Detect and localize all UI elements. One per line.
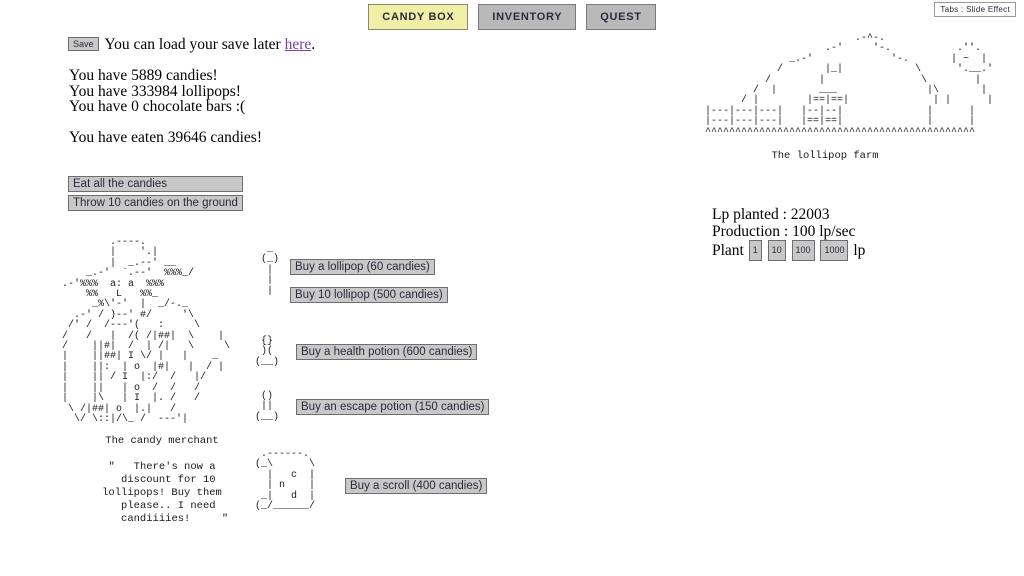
tabs-slide-effect-button[interactable]: Tabs : Slide Effect: [934, 2, 1016, 17]
lp-production-text: Production : 100 lp/sec: [712, 222, 856, 240]
health-potion-icon: {} )( (__): [255, 336, 280, 368]
escape-potion-icon: () || (__): [255, 391, 280, 423]
candies-eaten-counter: You have eaten 39646 candies!: [69, 129, 262, 146]
plant-100-button[interactable]: 100: [791, 240, 815, 261]
candy-merchant-speech: " There's now a discount for 10 lollipop…: [102, 461, 229, 526]
save-hint-period: .: [311, 36, 316, 53]
lp-planted-text: Lp planted : 22003: [712, 206, 830, 223]
load-save-link[interactable]: here: [285, 36, 312, 53]
candy-merchant-panel: .----. | '.| | _.--' __ _.-' `.--' %%%_/…: [62, 237, 262, 526]
eat-all-candies-button[interactable]: Eat all the candies: [68, 176, 243, 192]
plant-unit-label: lp: [853, 242, 866, 259]
scroll-icon: .------. (_\ \ | c | | n | _| d | (_/___…: [255, 449, 316, 513]
shop-panel: _ (_) | | | Buy a lollipop (60 candies) …: [255, 244, 515, 520]
shop-item-lollipop: _ (_) | | | Buy a lollipop (60 candies): [255, 244, 515, 296]
tab-inventory[interactable]: INVENTORY: [478, 4, 577, 30]
candy-merchant-title: The candy merchant: [105, 435, 219, 448]
plant-row: Plant 1 10 100 1000 lp: [712, 240, 865, 261]
plant-10-button[interactable]: 10: [767, 240, 786, 261]
counters-panel: You have 5889 candies! You have 333984 l…: [69, 68, 262, 146]
shop-item-escape-potion: () || (__) Buy an escape potion (150 can…: [255, 391, 515, 450]
tab-bar: CANDY BOX INVENTORY QUEST: [0, 4, 1024, 30]
plant-1-button[interactable]: 1: [748, 240, 762, 261]
throw-candies-button[interactable]: Throw 10 candies on the ground: [68, 195, 243, 211]
buy-scroll-button[interactable]: Buy a scroll (400 candies): [345, 478, 488, 494]
plant-label: Plant: [712, 242, 744, 259]
tab-quest[interactable]: QUEST: [586, 4, 656, 30]
shop-item-health-potion: {} )( (__) Buy a health potion (600 cand…: [255, 336, 515, 392]
counters-spacer: [69, 115, 262, 131]
chocolate-counter: You have 0 chocolate bars :(: [69, 98, 246, 115]
save-row: Save You can load your save later here.: [68, 36, 315, 54]
tab-candy-box[interactable]: CANDY BOX: [368, 4, 469, 30]
buy-health-potion-button[interactable]: Buy a health potion (600 candies): [296, 344, 478, 360]
buy-10-lollipop-button[interactable]: Buy 10 lollipop (500 candies): [290, 287, 448, 303]
lollipop-farm-ascii-art: .-^-. .-' '-. .''. _.-' '-. | ~ | / |_| …: [705, 33, 994, 138]
buy-lollipop-button[interactable]: Buy a lollipop (60 candies): [290, 259, 435, 275]
lollipops-counter: You have 333984 lollipops!: [69, 82, 241, 100]
lollipop-farm-panel: .-^-. .-' '-. .''. _.-' '-. | ~ | / |_| …: [705, 33, 1005, 261]
plant-1000-button[interactable]: 1000: [820, 240, 849, 261]
save-button[interactable]: Save: [68, 37, 99, 51]
shop-item-lollipop-10: Buy 10 lollipop (500 candies): [255, 287, 515, 337]
shop-item-scroll: .------. (_\ \ | c | | n | _| d | (_/___…: [255, 449, 515, 520]
save-hint-text: You can load your save later: [104, 36, 285, 53]
lollipop-farm-title: The lollipop farm: [771, 150, 879, 163]
candy-merchant-ascii-art: .----. | '.| | _.--' __ _.-' `.--' %%%_/…: [62, 237, 231, 425]
candies-counter: You have 5889 candies!: [69, 67, 218, 84]
lollipop-farm-stats: Lp planted : 22003 Production : 100 lp/s…: [712, 206, 865, 261]
buy-escape-potion-button[interactable]: Buy an escape potion (150 candies): [296, 399, 490, 415]
main-actions-panel: Eat all the candies Throw 10 candies on …: [68, 176, 243, 214]
